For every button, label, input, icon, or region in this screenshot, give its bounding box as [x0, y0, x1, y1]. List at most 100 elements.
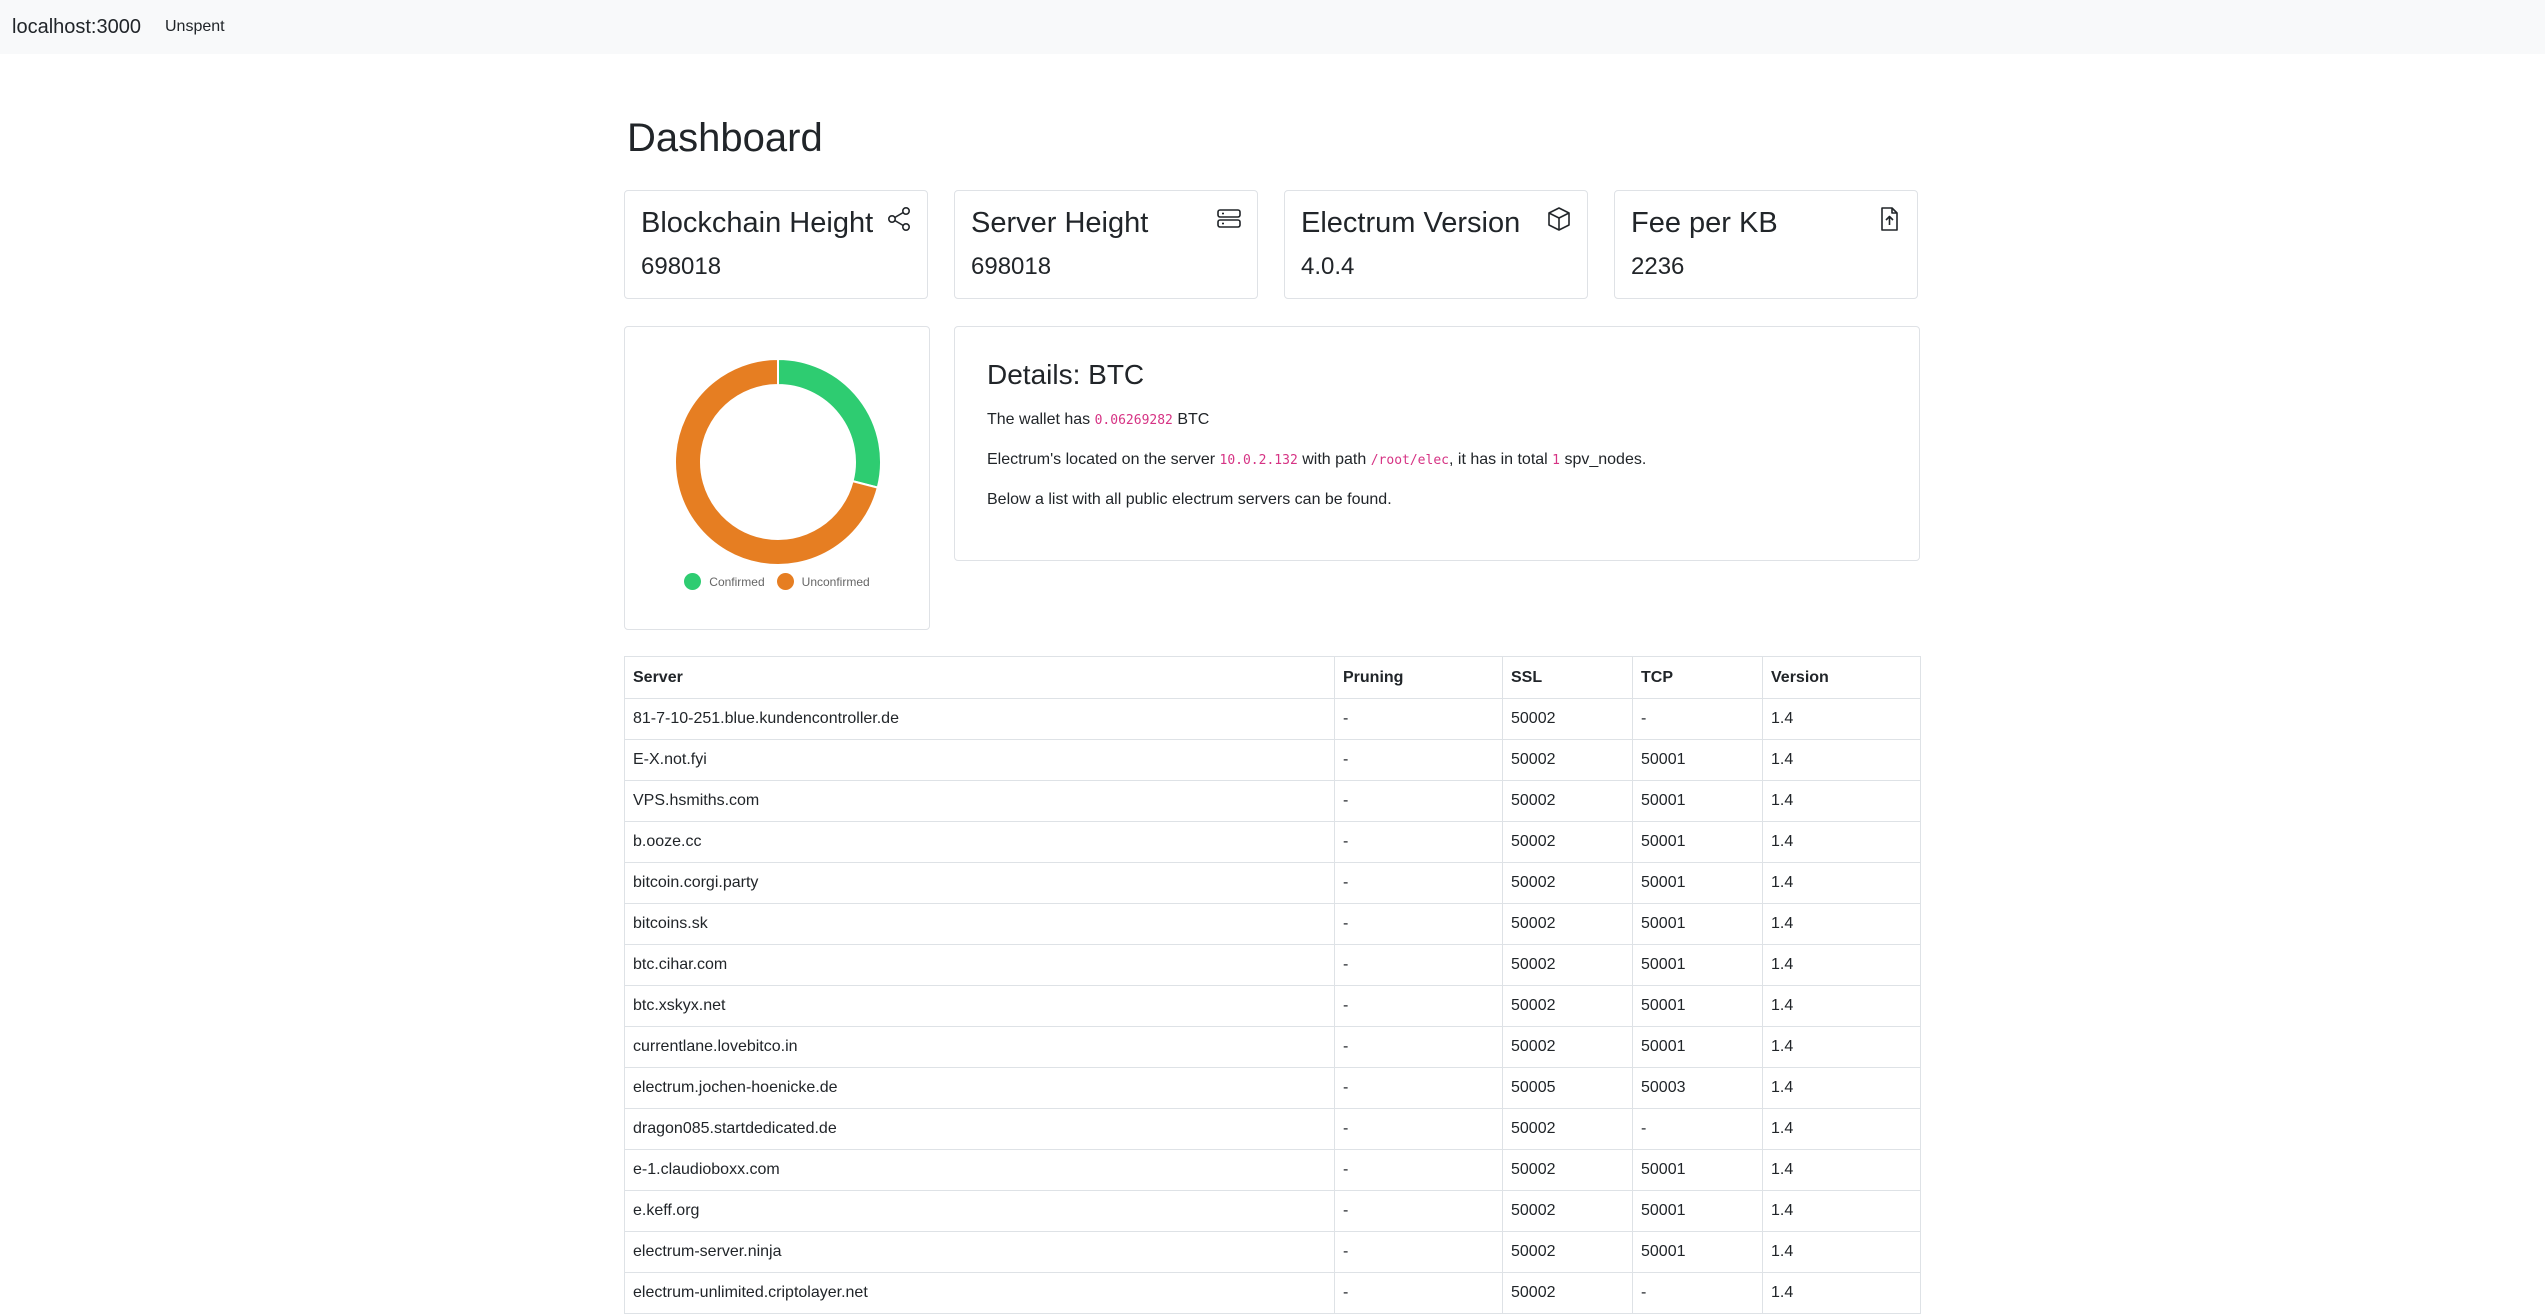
table-row: b.ooze.cc -50002 50001 1.4 [624, 821, 1921, 863]
cell-tcp: 50001 [1632, 1190, 1763, 1232]
box-icon [1545, 205, 1573, 233]
column-header-pruning: Pruning [1334, 656, 1503, 699]
stat-card-fee-per-kb: Fee per KB 2236 [1614, 190, 1918, 299]
cell-pruning: - [1334, 1108, 1503, 1150]
stat-card-electrum-version: Electrum Version 4.0.4 [1284, 190, 1588, 299]
cell-version: 1.4 [1762, 698, 1921, 740]
cell-ssl: 50002 [1502, 1108, 1633, 1150]
cell-tcp: 50001 [1632, 985, 1763, 1027]
servers-table: Server Pruning SSL TCP Version 81-7-10-251.b… [624, 656, 1921, 1314]
stat-value: 698018 [641, 253, 722, 280]
table-row: e-1.claudioboxx.com -50002 50001 1.4 [624, 1149, 1921, 1191]
legend-label: Confirmed [709, 574, 765, 589]
servers-table-wrapper: Server Pruning SSL TCP Version 81-7-10-251.b… [624, 656, 1921, 1314]
cell-server: electrum-unlimited.criptolayer.net [624, 1272, 1335, 1314]
legend-swatch [684, 573, 702, 590]
nav-link-unspent[interactable]: Unspent [165, 18, 225, 36]
cell-tcp: - [1632, 1272, 1763, 1314]
cell-server: bitcoin.corgi.party [624, 862, 1335, 904]
cell-ssl: 50002 [1502, 1026, 1633, 1068]
table-row: electrum-unlimited.criptolayer.net -50002… [624, 1272, 1921, 1314]
slice-confirmed[interactable] [777, 357, 882, 489]
stat-card-blockchain-height: Blockchain Height 698018 [624, 190, 928, 299]
cell-pruning: - [1334, 985, 1503, 1027]
cell-version: 1.4 [1762, 780, 1921, 822]
cell-tcp: 50001 [1632, 780, 1763, 822]
cell-pruning: - [1334, 739, 1503, 781]
cell-tcp: 50001 [1632, 944, 1763, 986]
details-title: Details: BTC [987, 359, 1145, 390]
wallet-balance-text: The wallet has 0.06269282 BTC [987, 411, 1209, 429]
cell-version: 1.4 [1762, 1067, 1921, 1109]
text: spv_nodes. [1560, 451, 1647, 468]
cell-server: E-X.not.fyi [624, 739, 1335, 781]
cell-pruning: - [1334, 821, 1503, 863]
cell-server: electrum.jochen-hoenicke.de [624, 1067, 1335, 1109]
navbar-brand[interactable]: localhost:3000 [12, 16, 141, 39]
node-count: 1 [1552, 453, 1560, 468]
server-ip: 10.0.2.132 [1219, 453, 1298, 468]
text: Electrum's located on the server [987, 451, 1220, 468]
servers-intro-text: Below a list with all public electrum se… [987, 491, 1392, 508]
cell-version: 1.4 [1762, 903, 1921, 945]
table-row: bitcoin.corgi.party -50002 50001 1.4 [624, 862, 1921, 904]
text: with path [1297, 451, 1371, 468]
table-row: electrum.jochen-hoenicke.de -50005 50003 1.… [624, 1067, 1921, 1109]
share-icon [885, 205, 913, 233]
stat-title: Electrum Version [1301, 207, 1521, 239]
column-header-server: Server [624, 656, 1335, 699]
stat-card-server-height: Server Height 698018 [954, 190, 1258, 299]
cell-server: 81-7-10-251.blue.kundencontroller.de [624, 698, 1335, 740]
cell-tcp: 50001 [1632, 903, 1763, 945]
cell-server: e-1.claudioboxx.com [624, 1149, 1335, 1191]
stat-title: Fee per KB [1631, 207, 1778, 239]
cell-tcp: 50001 [1632, 821, 1763, 863]
cell-ssl: 50002 [1502, 739, 1633, 781]
cell-pruning: - [1334, 944, 1503, 986]
details-card: Details: BTC The wallet has 0.06269282 B… [954, 326, 1920, 561]
cell-tcp: 50001 [1632, 739, 1763, 781]
cell-version: 1.4 [1762, 739, 1921, 781]
cell-server: electrum-server.ninja [624, 1231, 1335, 1273]
stat-value: 2236 [1631, 253, 1685, 280]
cell-ssl: 50005 [1502, 1067, 1633, 1109]
cell-tcp: - [1632, 698, 1763, 740]
server-info-text: Electrum's located on the server 10.0.2.… [987, 451, 1646, 469]
cell-server: bitcoins.sk [624, 903, 1335, 945]
table-row: btc.xskyx.net -50002 50001 1.4 [624, 985, 1921, 1027]
cell-server: btc.xskyx.net [624, 985, 1335, 1027]
cell-version: 1.4 [1762, 1026, 1921, 1068]
cell-pruning: - [1334, 1149, 1503, 1191]
cell-version: 1.4 [1762, 1149, 1921, 1191]
cell-ssl: 50002 [1502, 862, 1633, 904]
doughnut-chart [674, 357, 882, 566]
column-header-tcp: TCP [1632, 656, 1763, 699]
file-upload-icon [1875, 205, 1903, 233]
legend-item-unconfirmed[interactable]: Unconfirmed [776, 573, 870, 590]
cell-ssl: 50002 [1502, 985, 1633, 1027]
table-row: currentlane.lovebitco.in -50002 50001 1.4 [624, 1026, 1921, 1068]
cell-ssl: 50002 [1502, 780, 1633, 822]
cell-version: 1.4 [1762, 985, 1921, 1027]
cell-version: 1.4 [1762, 1108, 1921, 1150]
legend-swatch [776, 573, 794, 590]
stat-value: 698018 [971, 253, 1052, 280]
legend-item-confirmed[interactable]: Confirmed [684, 573, 765, 590]
cell-pruning: - [1334, 780, 1503, 822]
server-path: /root/elec [1370, 453, 1449, 468]
cell-server: b.ooze.cc [624, 821, 1335, 863]
text: The wallet has [987, 411, 1095, 428]
page-title: Dashboard [627, 116, 823, 160]
cell-ssl: 50002 [1502, 1272, 1633, 1314]
cell-server: VPS.hsmiths.com [624, 780, 1335, 822]
column-header-ssl: SSL [1502, 656, 1633, 699]
cell-version: 1.4 [1762, 944, 1921, 986]
cell-ssl: 50002 [1502, 1190, 1633, 1232]
cell-version: 1.4 [1762, 821, 1921, 863]
cell-tcp: 50001 [1632, 1026, 1763, 1068]
table-row: E-X.not.fyi -50002 50001 1.4 [624, 739, 1921, 781]
stat-value: 4.0.4 [1301, 253, 1355, 280]
cell-tcp: 50001 [1632, 1149, 1763, 1191]
table-row: 81-7-10-251.blue.kundencontroller.de -500… [624, 698, 1921, 740]
cell-pruning: - [1334, 698, 1503, 740]
